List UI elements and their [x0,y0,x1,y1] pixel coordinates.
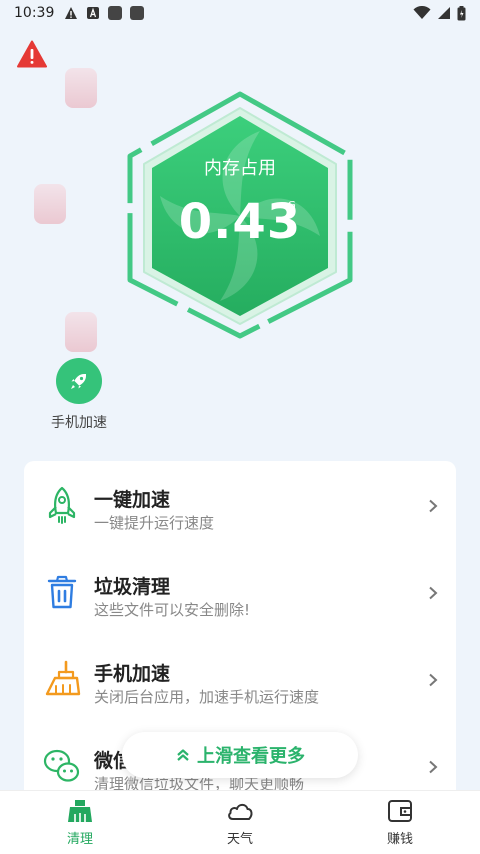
chevron-right-icon [429,586,438,600]
feature-row-one-key-boost[interactable]: 一键加速 一键提升运行速度 [24,461,456,547]
floating-ghost-item [65,312,97,352]
memory-unit: G [288,200,296,211]
quick-boost-label: 手机加速 [51,415,107,431]
status-time: 10:39 [14,5,55,21]
warning-icon[interactable] [17,40,47,68]
swipe-up-hint-label: 上滑查看更多 [197,746,305,767]
trash-icon [47,575,77,609]
chevron-right-icon [429,673,438,687]
signal-icon [438,7,450,19]
feature-row-junk-clean[interactable]: 垃圾清理 这些文件可以安全删除! [24,548,456,634]
quick-boost-button[interactable]: 手机加速 [44,358,114,432]
wechat-icon [43,749,80,782]
cloud-icon [228,803,253,820]
bottom-tab-bar: 清理 天气 赚钱 [0,790,480,854]
chevron-right-icon [429,499,438,513]
rocket-icon [71,374,86,389]
feature-title: 手机加速 [94,663,171,685]
rocket-icon [48,486,76,524]
floating-ghost-item [65,68,97,108]
memory-title: 内存占用 [204,158,276,179]
feature-subtitle: 这些文件可以安全删除! [94,601,251,619]
tab-label: 赚钱 [386,832,413,847]
feature-row-phone-boost[interactable]: 手机加速 关闭后台应用，加速手机运行速度 [24,635,456,721]
memory-value: 0.43 [178,194,302,250]
swipe-up-hint[interactable]: 上滑查看更多 [122,732,358,778]
font-icon [87,7,100,19]
battery-icon [457,5,466,20]
memory-gauge[interactable]: 内存占用 0.43 G [120,86,360,340]
notification-square-icon [108,6,123,20]
wifi-icon [413,6,431,19]
broom-icon [45,660,81,696]
status-bar: 10:39 [0,0,480,26]
floating-ghost-item [34,184,66,224]
tab-clean[interactable]: 清理 [0,791,160,854]
notification-square-icon [130,6,145,20]
tab-weather[interactable]: 天气 [160,791,320,854]
double-chevron-up-icon [177,749,189,761]
tab-label: 天气 [226,832,253,847]
feature-title: 一键加速 [94,489,171,511]
alert-icon [65,7,78,19]
chevron-right-icon [429,760,438,774]
broom-icon [68,800,92,822]
feature-subtitle: 一键提升运行速度 [94,514,215,532]
feature-title: 垃圾清理 [94,576,171,598]
wallet-icon [388,800,412,822]
tab-label: 清理 [66,832,93,847]
quick-boost-circle [56,358,102,404]
tab-earn[interactable]: 赚钱 [320,791,480,854]
feature-subtitle: 关闭后台应用，加速手机运行速度 [94,688,320,706]
